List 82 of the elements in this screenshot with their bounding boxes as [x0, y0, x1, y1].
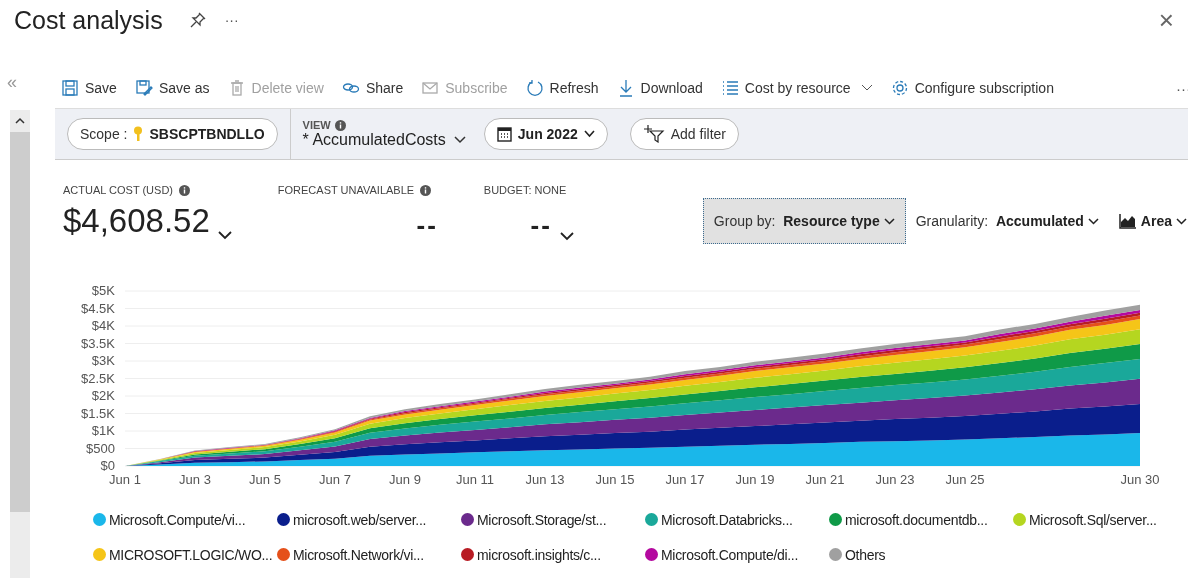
toolbar-button[interactable]: Share — [335, 74, 416, 102]
scrollbar[interactable] — [10, 110, 30, 578]
toolbar-button[interactable]: Cost by resource — [714, 74, 885, 102]
x-axis-label: Jun 15 — [595, 472, 635, 487]
y-axis-label: $4.5K — [81, 300, 115, 316]
legend-item[interactable]: Others — [829, 546, 1013, 563]
y-axis-label: $1K — [91, 423, 115, 438]
list-icon — [720, 79, 739, 97]
x-axis-label: Jun 30 — [1120, 472, 1160, 487]
y-axis-label: $5K — [91, 283, 115, 298]
kpi-label: BUDGET: NONE — [483, 184, 567, 196]
toolbar-button[interactable]: Download — [610, 74, 715, 102]
x-axis-label: Jun 17 — [665, 472, 705, 487]
x-axis-label: Jun 11 — [455, 472, 495, 487]
refresh-icon — [525, 79, 544, 97]
legend-item[interactable]: Microsoft.Storage/st... — [461, 511, 645, 528]
info-icon — [334, 119, 346, 131]
pin-icon[interactable] — [188, 11, 207, 29]
chevron-icon[interactable] — [559, 232, 574, 241]
close-button[interactable]: × — [1158, 4, 1174, 36]
x-axis-label: Jun 7 — [319, 472, 351, 487]
x-axis-label: Jun 23 — [875, 472, 915, 487]
x-axis-label: Jun 9 — [389, 472, 421, 487]
toolbar-button[interactable]: Configure subscription — [884, 74, 1066, 102]
x-axis-label: Jun 3 — [179, 472, 211, 487]
legend-item[interactable]: Microsoft.Compute/di... — [645, 546, 829, 563]
legend-item[interactable]: microsoft.documentdb... — [829, 511, 1013, 528]
gear-icon — [890, 79, 909, 97]
chevron-icon — [883, 217, 895, 225]
page-title: Cost analysis — [14, 5, 163, 35]
y-axis-label: $500 — [86, 440, 115, 456]
legend-item[interactable]: microsoft.web/server... — [277, 511, 461, 528]
area-chart-icon — [1118, 213, 1137, 229]
y-axis-label: $0 — [100, 458, 115, 473]
y-axis-label: $1.5K — [81, 405, 115, 421]
y-axis-label: $3.5K — [81, 335, 115, 351]
legend-item[interactable]: Microsoft.Databricks... — [645, 511, 829, 528]
y-axis-label: $2.5K — [81, 370, 115, 386]
legend-item[interactable]: Microsoft.Sql/server... — [1013, 511, 1188, 528]
save-icon — [61, 79, 79, 97]
kpi-value: -- — [530, 210, 552, 241]
chevron-icon[interactable] — [217, 231, 232, 240]
y-axis-label: $2K — [91, 388, 115, 403]
x-axis-label: Jun 1 — [109, 472, 141, 487]
chevron-icon — [453, 136, 466, 144]
view-dropdown[interactable]: * AccumulatedCosts — [302, 131, 466, 149]
x-axis-label: Jun 21 — [805, 472, 845, 487]
chart-option-dropdown[interactable]: Area — [1108, 198, 1188, 244]
chevron-icon — [860, 84, 873, 92]
scroll-up-icon[interactable] — [15, 117, 25, 124]
kpi-label: FORECAST UNAVAILABLE — [277, 184, 415, 196]
x-axis-label: Jun 19 — [735, 472, 775, 487]
mail-icon — [421, 79, 440, 97]
key-icon — [133, 126, 144, 142]
legend-item[interactable]: microsoft.insights/c... — [461, 546, 645, 563]
view-label: VIEW — [302, 119, 331, 131]
calendar-icon — [496, 126, 512, 142]
chevron-icon — [583, 130, 595, 138]
legend-item[interactable]: Microsoft.Compute/vi... — [93, 511, 277, 528]
save-as-icon — [134, 79, 153, 97]
toolbar-button[interactable]: Save as — [128, 74, 222, 102]
date-picker[interactable]: Jun 2022 — [483, 118, 608, 150]
x-axis-label: Jun 13 — [525, 472, 565, 487]
more-button[interactable]: ··· — [224, 12, 239, 28]
x-axis-label: Jun 5 — [249, 472, 281, 487]
y-axis-label: $4K — [91, 318, 115, 333]
kpi-label: ACTUAL COST (USD) — [63, 184, 173, 196]
legend-item[interactable]: MICROSOFT.LOGIC/WO... — [93, 546, 277, 563]
toolbar-button[interactable]: Refresh — [519, 74, 611, 102]
kpi-value: -- — [416, 210, 438, 241]
add-filter-button[interactable]: Add filter — [629, 118, 739, 150]
add-filter-icon — [642, 125, 665, 143]
chart-option-dropdown[interactable]: Granularity: Accumulated — [905, 198, 1109, 244]
toolbar-button[interactable]: Save — [55, 74, 129, 102]
y-axis-label: $3K — [91, 353, 115, 368]
x-axis-label: Jun 25 — [945, 472, 985, 487]
kpi-value: $4,608.52 — [63, 202, 210, 240]
chevron-icon — [1176, 217, 1187, 225]
scope-button[interactable]: Scope : SBSCPTBNDLLO — [67, 118, 278, 150]
chart-option-dropdown[interactable]: Group by: Resource type — [702, 198, 906, 244]
legend-item[interactable]: Microsoft.Network/vi... — [277, 546, 461, 563]
chevron-icon — [1087, 217, 1099, 225]
